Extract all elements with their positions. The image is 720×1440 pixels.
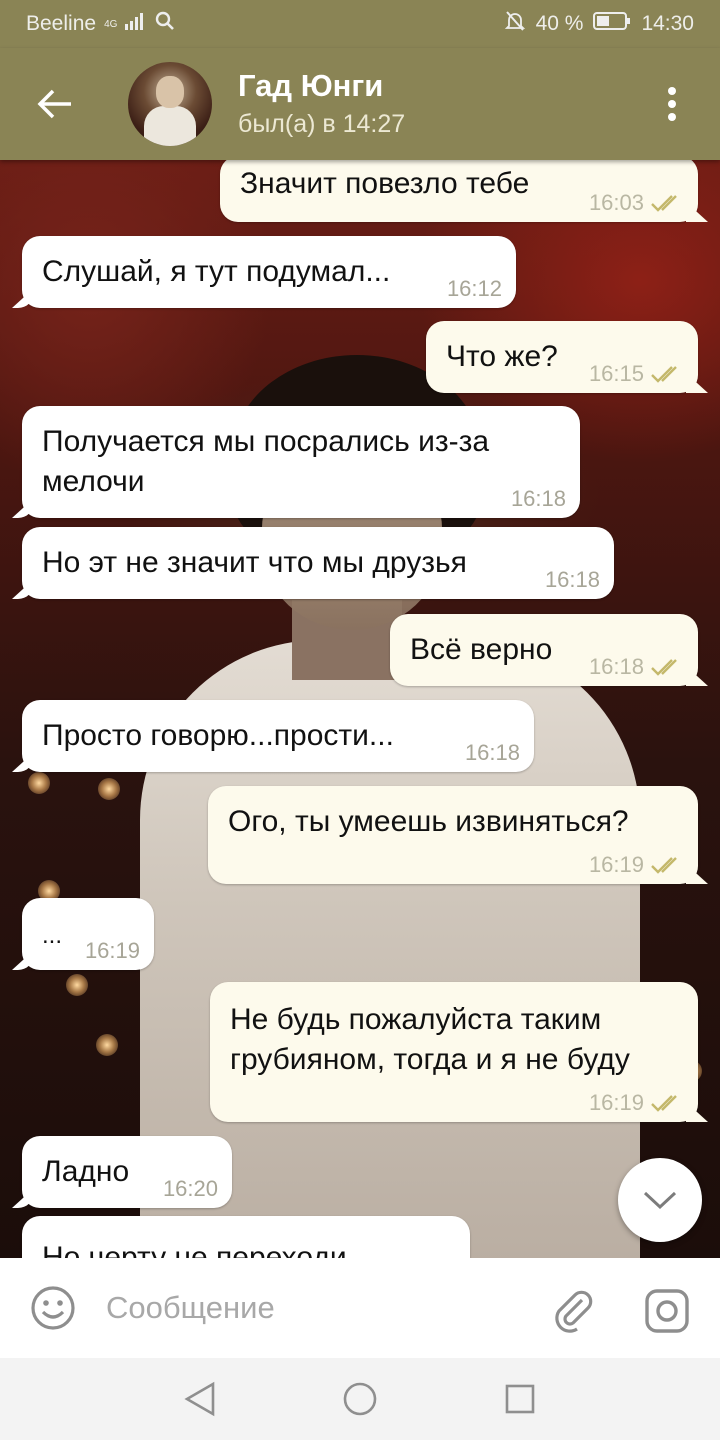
double-check-icon	[651, 195, 677, 212]
message-bubble-outgoing[interactable]: Всё верно 16:18	[390, 614, 698, 686]
attach-button[interactable]	[548, 1284, 602, 1338]
nav-home-button[interactable]	[340, 1379, 380, 1419]
message-bubble-outgoing[interactable]: Ого, ты умеешь извиняться? 16:19	[208, 786, 698, 884]
message-bubble-outgoing[interactable]: Не будь пожалуйста таким грубияном, тогд…	[210, 982, 698, 1122]
emoji-button[interactable]	[0, 1284, 106, 1332]
back-button[interactable]	[0, 48, 110, 160]
message-text: Но эт не значит что мы друзья	[42, 546, 467, 579]
bokeh-light	[28, 772, 50, 794]
last-seen-status: был(а) в 14:27	[238, 110, 406, 138]
message-time: 16:18	[544, 567, 600, 592]
message-text: Слушай, я тут подумал...	[42, 255, 391, 288]
bokeh-light	[66, 974, 88, 996]
message-time: 16:18	[464, 740, 520, 765]
status-bar: Beeline 4G 40 % 14:30	[0, 0, 720, 48]
circle-home-icon	[343, 1382, 377, 1416]
message-time: 16:20	[162, 1176, 218, 1201]
message-text: Получается мы посрались из-за мелочи	[42, 425, 490, 498]
message-bubble-incoming[interactable]: Но эт не значит что мы друзья 16:18	[22, 527, 614, 599]
message-bubble-incoming[interactable]: ... 16:19	[22, 898, 154, 970]
chat-name: Гад Юнги	[238, 68, 384, 103]
message-text: Просто говорю...прости...	[42, 719, 394, 752]
camera-button[interactable]	[640, 1284, 694, 1338]
double-check-icon	[651, 366, 677, 383]
message-text: Но черту не переходи	[42, 1241, 347, 1258]
nav-back-button[interactable]	[180, 1379, 220, 1419]
double-check-icon	[651, 1095, 677, 1112]
bokeh-light	[98, 778, 120, 800]
message-bubble-incoming[interactable]: Ладно 16:20	[22, 1136, 232, 1208]
chat-title-block[interactable]: Гад Юнги был(а) в 14:27	[238, 67, 405, 141]
double-check-icon	[651, 659, 677, 676]
mute-bell-icon	[504, 10, 526, 38]
emoji-icon	[31, 1286, 75, 1330]
message-bubble-incoming[interactable]: Но черту не переходи	[22, 1216, 470, 1258]
message-time: 16:19	[588, 852, 644, 877]
message-time: 16:18	[588, 654, 644, 679]
back-arrow-icon	[37, 89, 71, 119]
paperclip-icon	[555, 1290, 593, 1333]
message-composer	[0, 1258, 720, 1358]
more-menu-button[interactable]	[650, 82, 694, 126]
square-recents-icon	[505, 1384, 535, 1414]
message-bubble-outgoing[interactable]: Что же? 16:15	[426, 321, 698, 393]
message-bubble-incoming[interactable]: Получается мы посрались из-за мелочи 16:…	[22, 406, 580, 518]
nav-recents-button[interactable]	[500, 1379, 540, 1419]
message-text: Ого, ты умеешь извиняться?	[228, 805, 629, 838]
message-time: 16:12	[446, 276, 502, 301]
battery-percent: 40 %	[535, 12, 584, 35]
battery-icon	[593, 11, 631, 37]
message-bubble-incoming[interactable]: Слушай, я тут подумал... 16:12	[22, 236, 516, 308]
clock: 14:30	[641, 12, 694, 35]
message-time: 16:15	[588, 361, 644, 386]
triangle-back-icon	[184, 1381, 215, 1417]
message-bubble-outgoing[interactable]: Значит повезло тебе 16:03	[220, 160, 698, 222]
chat-header: Гад Юнги был(а) в 14:27	[0, 48, 720, 160]
message-time: 16:19	[588, 1090, 644, 1115]
more-vert-icon	[668, 87, 676, 121]
network-type: 4G	[104, 18, 118, 30]
chevron-down-icon	[643, 1191, 677, 1210]
double-check-icon	[651, 857, 677, 874]
message-time: 16:19	[84, 938, 140, 963]
message-input[interactable]	[106, 1290, 526, 1326]
scroll-to-bottom-button[interactable]	[618, 1158, 702, 1242]
search-icon	[155, 11, 175, 37]
message-text: Не будь пожалуйста таким грубияном, тогд…	[230, 1003, 630, 1076]
avatar[interactable]	[128, 62, 212, 146]
signal-icon	[125, 12, 147, 36]
chat-message-list[interactable]: Значит повезло тебе 16:03 Слушай, я тут …	[0, 160, 720, 1258]
carrier-name: Beeline	[26, 12, 97, 35]
bokeh-light	[96, 1034, 118, 1056]
system-navigation-bar	[0, 1358, 720, 1440]
message-time: 16:03	[588, 190, 644, 215]
message-bubble-incoming[interactable]: Просто говорю...прости... 16:18	[22, 700, 534, 772]
message-time: 16:18	[510, 486, 566, 511]
camera-icon	[645, 1289, 689, 1333]
